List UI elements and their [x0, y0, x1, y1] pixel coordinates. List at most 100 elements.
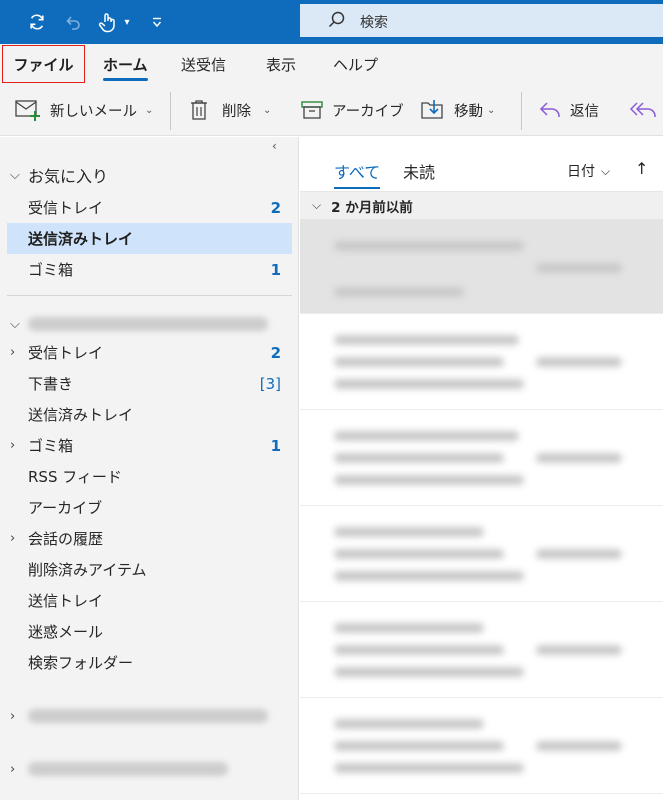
message-item[interactable] [300, 219, 663, 314]
unread-count: 1 [270, 260, 281, 279]
chevron-down-icon[interactable]: ⌄ [145, 105, 153, 116]
folder-search[interactable]: 検索フォルダー [0, 647, 292, 678]
redacted-subject [334, 357, 504, 367]
tab-help[interactable]: ヘルプ [333, 44, 378, 84]
folder-pane: ‹ ⌵ お気に入り 受信トレイ 2 送信済みトレイ ゴミ箱 1 ⌵ › 受信トレ… [0, 137, 299, 800]
delete-button[interactable]: 削除 ⌄ [188, 94, 271, 126]
date-group-header[interactable]: ⌵ 2 か月前以前 [300, 192, 663, 219]
redacted-sender [334, 335, 519, 345]
unread-count: 2 [270, 198, 281, 217]
folder-sent[interactable]: 送信済みトレイ [0, 399, 292, 430]
favorite-folder-sent[interactable]: 送信済みトレイ [7, 223, 292, 254]
redacted-preview [334, 571, 524, 581]
folder-rss[interactable]: RSS フィード [0, 461, 292, 492]
active-filter-indicator [334, 187, 380, 189]
move-button[interactable]: 移動 ⌄ [420, 94, 495, 126]
message-item[interactable] [300, 699, 663, 794]
chevron-right-icon[interactable]: › [10, 531, 28, 546]
move-to-folder-icon [421, 100, 443, 119]
active-tab-indicator [103, 78, 148, 81]
folder-conversation-history[interactable]: › 会話の履歴 [0, 523, 292, 554]
tab-home[interactable]: ホーム [103, 44, 148, 84]
group-label: 2 か月前以前 [331, 199, 413, 216]
customize-toolbar-icon[interactable] [148, 8, 166, 36]
redacted-subject [334, 549, 504, 559]
filter-tab-unread[interactable]: 未読 [403, 159, 435, 183]
reply-button[interactable]: 返信 [538, 94, 599, 126]
redacted-subject [334, 741, 504, 751]
chevron-right-icon: › [10, 761, 16, 777]
folder-trash[interactable]: › ゴミ箱 1 [0, 430, 292, 461]
account-header[interactable]: ⌵ [10, 310, 268, 338]
folder-name: 送信済みトレイ [28, 230, 134, 248]
folder-name: 削除済みアイテム [28, 561, 147, 579]
tab-send-receive[interactable]: 送受信 [181, 44, 226, 84]
folder-drafts[interactable]: 下書き [3] [0, 368, 292, 399]
redacted-preview [334, 763, 524, 773]
account-header[interactable]: › [10, 702, 268, 730]
favorite-folder-inbox[interactable]: 受信トレイ 2 [0, 192, 292, 223]
unread-count: 2 [270, 343, 281, 362]
folder-name: 会話の履歴 [28, 530, 104, 548]
search-placeholder: 検索 [360, 15, 388, 31]
undo-icon[interactable] [60, 8, 86, 36]
favorite-folder-trash[interactable]: ゴミ箱 1 [0, 254, 292, 285]
sort-direction-icon[interactable]: ↑ [635, 159, 648, 178]
redacted-date [536, 645, 622, 655]
archive-label: アーカイブ [332, 103, 404, 120]
folder-archive[interactable]: アーカイブ [0, 492, 292, 523]
folder-name: ゴミ箱 [28, 437, 74, 455]
message-item[interactable] [300, 507, 663, 602]
chevron-down-icon[interactable]: ⌄ [487, 105, 495, 116]
ribbon-divider [521, 92, 522, 130]
menu-bar: ファイル ホーム 送受信 表示 ヘルプ [0, 44, 663, 84]
folder-junk[interactable]: 迷惑メール [0, 616, 292, 647]
chevron-down-icon: ⌵ [601, 163, 611, 178]
redacted-date [536, 549, 622, 559]
sort-by-dropdown[interactable]: 日付 ⌵ [567, 161, 610, 181]
folder-name: 送信済みトレイ [28, 406, 134, 424]
favorites-title: お気に入り [28, 167, 109, 186]
account-header[interactable]: › [10, 755, 228, 783]
search-icon [328, 11, 345, 28]
reply-all-button[interactable] [628, 94, 658, 126]
folder-name: 送信トレイ [28, 592, 104, 610]
folder-inbox[interactable]: › 受信トレイ 2 [0, 337, 292, 368]
folder-name: 迷惑メール [28, 623, 104, 641]
tab-file[interactable]: ファイル [2, 45, 85, 83]
collapse-pane-icon[interactable]: ‹ [272, 139, 277, 153]
redacted-sender [334, 719, 484, 729]
message-item[interactable] [300, 315, 663, 410]
redacted-date [536, 357, 622, 367]
search-box[interactable]: 検索 [300, 4, 663, 37]
filter-tab-all[interactable]: すべて [334, 159, 380, 183]
redacted-sender [334, 241, 524, 251]
touch-mode-icon[interactable] [94, 8, 120, 36]
chevron-down-icon: ⌵ [10, 167, 20, 183]
folder-name: 受信トレイ [28, 199, 104, 217]
sort-label: 日付 [567, 164, 595, 180]
archive-button[interactable]: アーカイブ [300, 94, 404, 126]
chevron-right-icon[interactable]: › [10, 345, 28, 360]
redacted-subject [334, 453, 504, 463]
archive-icon [301, 101, 323, 119]
redacted-sender [334, 623, 484, 633]
folder-deleted-items[interactable]: 削除済みアイテム [0, 554, 292, 585]
ribbon: 新しいメール ⌄ 削除 ⌄ アーカイブ 移動 ⌄ 返信 [0, 84, 663, 136]
folder-outbox[interactable]: 送信トレイ [0, 585, 292, 616]
redacted-preview [334, 287, 464, 297]
account-email-redacted [28, 317, 268, 331]
ribbon-divider [170, 92, 171, 130]
chevron-down-icon: ⌵ [10, 316, 20, 332]
chevron-down-icon[interactable]: ⌄ [263, 105, 271, 116]
favorites-header[interactable]: ⌵ お気に入り [10, 163, 108, 187]
new-mail-button[interactable]: 新しいメール ⌄ [14, 94, 153, 126]
folder-name: 検索フォルダー [28, 654, 134, 672]
tab-home-label: ホーム [103, 55, 148, 74]
message-item[interactable] [300, 603, 663, 698]
chevron-down-icon[interactable]: ▾ [120, 8, 134, 36]
sync-icon[interactable] [24, 8, 50, 36]
tab-view[interactable]: 表示 [266, 44, 296, 84]
message-item[interactable] [300, 411, 663, 506]
chevron-right-icon[interactable]: › [10, 438, 28, 453]
